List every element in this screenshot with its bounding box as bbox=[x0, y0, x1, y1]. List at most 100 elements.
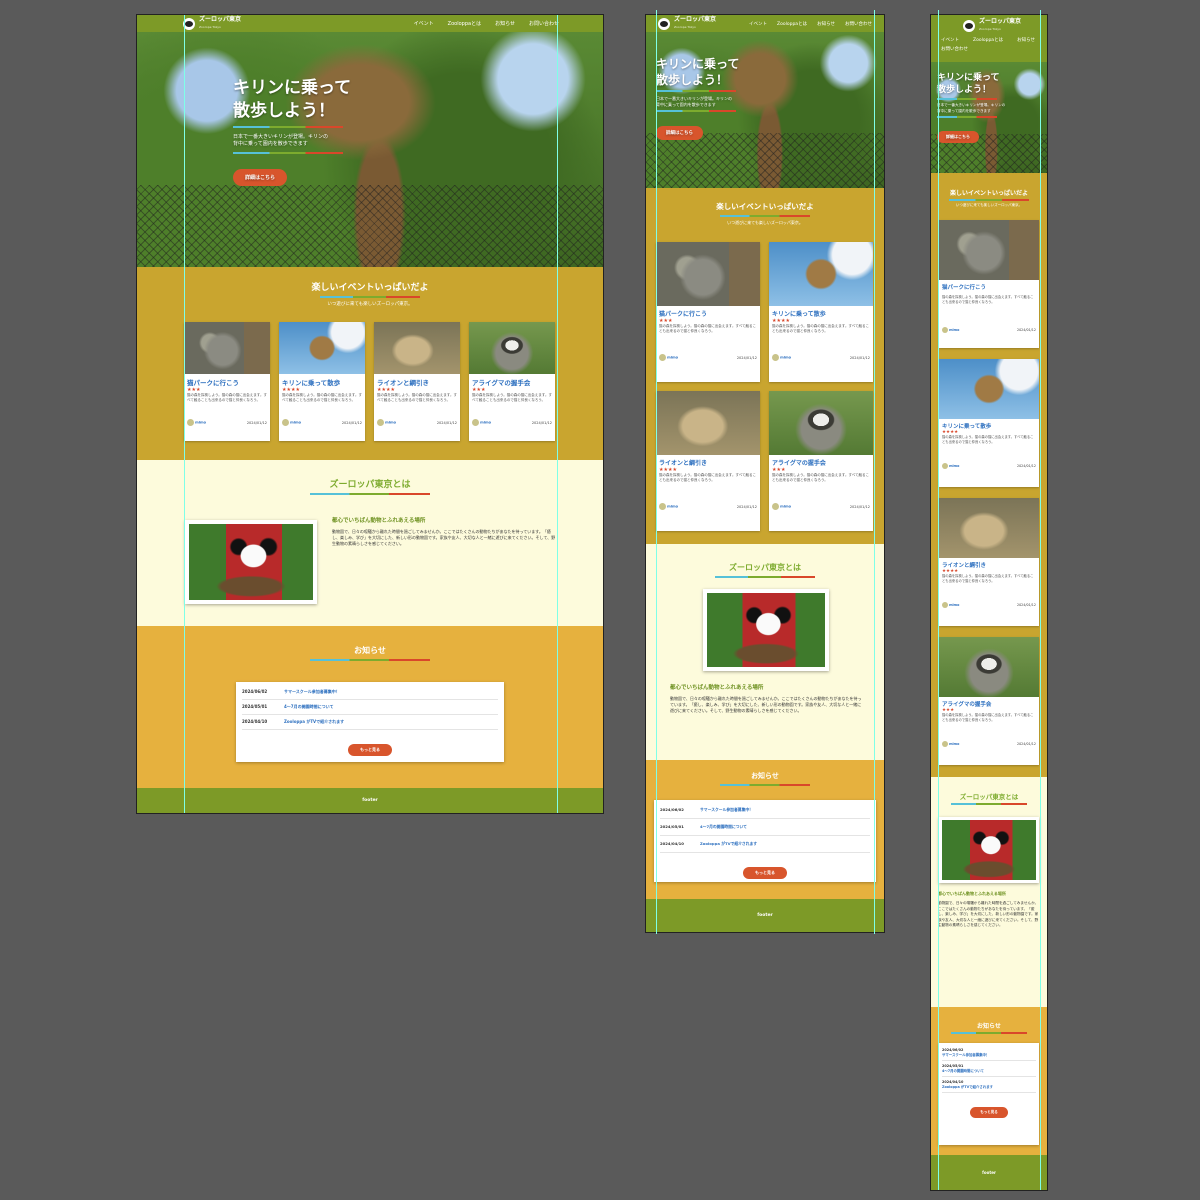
event-card-text: 猫の森を探検しよう。猫の森の猫に出会えます。すべて触ることも出来るので猫と仲良く… bbox=[942, 435, 1034, 444]
desktop-artboard: ズーロッパ東京 Zoorope Tokyo イベント Zooloppaとは お知ら… bbox=[137, 15, 603, 813]
event-card[interactable]: ライオンと綱引き ★★★★ 猫の森を探検しよう。猫の森の猫に出会えます。すべて触… bbox=[656, 391, 760, 531]
hero-text: 日本で一番大きいキリンが登場。キリンの 背中に乗って園内を散歩できます bbox=[937, 103, 1006, 113]
hero-detail-button[interactable]: 詳細はこちら bbox=[937, 131, 979, 144]
hero-detail-button[interactable]: 詳細はこちら bbox=[233, 168, 288, 186]
news-link[interactable]: 4〜7月の開園時間について bbox=[284, 704, 333, 710]
nav-item-about[interactable]: Zooloppaとは bbox=[973, 37, 1003, 43]
more-news-button[interactable]: もっと見る bbox=[970, 1107, 1008, 1118]
event-card-text: 猫の森を探検しよう。猫の森の猫に出会えます。すべて触ることも出来るので猫と仲良く… bbox=[942, 295, 1034, 304]
news-item[interactable]: 2024/06/02 サマースクール参加者募集中！ bbox=[942, 1045, 1036, 1061]
event-card[interactable]: 猫パークに行こう ★★★ 猫の森を探検しよう。猫の森の猫に出会えます。すべて触る… bbox=[656, 242, 760, 382]
event-card[interactable]: キリンに乗って散歩 ★★★★ 猫の森を探検しよう。猫の森の猫に出会えます。すべて… bbox=[279, 322, 365, 441]
event-card[interactable]: アライグマの握手会 ★★★ 猫の森を探検しよう。猫の森の猫に出会えます。すべて触… bbox=[469, 322, 555, 441]
author-avatar bbox=[472, 419, 479, 426]
event-card[interactable]: 猫パークに行こう 猫の森を探検しよう。猫の森の猫に出会えます。すべて触ることも出… bbox=[939, 220, 1039, 348]
event-card[interactable]: アライグマの握手会 ★★★ 猫の森を探検しよう。猫の森の猫に出会えます。すべて触… bbox=[769, 391, 873, 531]
more-news-button[interactable]: もっと見る bbox=[348, 744, 392, 756]
events-section: 楽しいイベントいっぱいだよ いつ遊びに来ても楽しいズーロッパ東京。 猫パークに行… bbox=[646, 188, 884, 544]
author-avatar bbox=[282, 419, 289, 426]
news-link[interactable]: サマースクール参加者募集中！ bbox=[942, 1052, 1036, 1057]
news-item[interactable]: 2024/06/02 サマースクール参加者募集中！ bbox=[242, 685, 498, 700]
news-date: 2024/04/10 bbox=[660, 841, 684, 846]
event-card-date: 2024/01/12 bbox=[1016, 742, 1036, 746]
panda-photo bbox=[942, 820, 1036, 880]
news-item[interactable]: 2024/06/02 サマースクール参加者募集中！ bbox=[660, 802, 870, 819]
event-card[interactable]: キリンに乗って散歩 ★★★★ 猫の森を探検しよう。猫の森の猫に出会えます。すべて… bbox=[769, 242, 873, 382]
nav-item-contact[interactable]: お問い合わせ bbox=[845, 21, 872, 27]
news-list: 2024/06/02 サマースクール参加者募集中！ 2024/05/01 4〜7… bbox=[236, 682, 504, 762]
event-card-text: 猫の森を探検しよう。猫の森の猫に出会えます。すべて触ることも出来るので猫と仲良く… bbox=[942, 574, 1034, 583]
nav-item-news[interactable]: お知らせ bbox=[1017, 37, 1035, 43]
event-card-title: アライグマの握手会 bbox=[942, 702, 992, 708]
news-link[interactable]: サマースクール参加者募集中！ bbox=[700, 807, 753, 813]
event-card-title: 猫パークに行こう bbox=[187, 379, 239, 387]
hero-title-underline bbox=[937, 98, 997, 101]
news-item[interactable]: 2024/04/10 Zooloppa がTVで紹介されます bbox=[942, 1077, 1036, 1093]
lion-photo bbox=[374, 322, 460, 374]
event-card-date: 2024/01/12 bbox=[1016, 603, 1036, 607]
event-card-footer: mimo 2024/01/12 bbox=[187, 419, 267, 426]
nav-item-about[interactable]: Zooloppaとは bbox=[777, 21, 807, 27]
news-item[interactable]: 2024/05/01 4〜7月の開園時間について bbox=[242, 700, 498, 715]
event-card[interactable]: アライグマの握手会 ★★★ 猫の森を探検しよう。猫の森の猫に出会えます。すべて触… bbox=[939, 637, 1039, 765]
event-card-footer: mimo 2024/01/12 bbox=[472, 419, 552, 426]
nav-item-events[interactable]: イベント bbox=[941, 37, 959, 43]
hero-section: キリンに乗って 散歩しよう！ 日本で一番大きいキリンが登場。キリンの 背中に乗っ… bbox=[646, 32, 884, 188]
events-title: 楽しいイベントいっぱいだよ bbox=[949, 190, 1028, 197]
hero-detail-button[interactable]: 詳細はこちら bbox=[656, 126, 703, 141]
author-name: mimo bbox=[949, 603, 960, 607]
nav-item-events[interactable]: イベント bbox=[749, 21, 767, 27]
news-date: 2024/05/01 bbox=[660, 824, 684, 829]
lion-photo bbox=[939, 498, 1039, 558]
site-logo[interactable]: ズーロッパ東京 Zoorope Tokyo bbox=[658, 16, 716, 31]
news-item[interactable]: 2024/04/10 Zooloppa がTVで紹介されます bbox=[660, 836, 870, 853]
news-item[interactable]: 2024/05/01 4〜7月の開園時間について bbox=[942, 1061, 1036, 1077]
nav-item-events[interactable]: イベント bbox=[414, 20, 434, 27]
panda-photo-frame bbox=[939, 817, 1039, 883]
global-nav: イベント Zooloppaとは お知らせ お問い合わせ bbox=[749, 21, 872, 27]
event-card-date: 2024/01/12 bbox=[341, 420, 362, 425]
event-card-title: アライグマの握手会 bbox=[772, 460, 826, 467]
author-avatar bbox=[187, 419, 194, 426]
news-link[interactable]: Zooloppa がTVで紹介されます bbox=[284, 719, 344, 725]
news-item[interactable]: 2024/05/01 4〜7月の開園時間について bbox=[660, 819, 870, 836]
news-link[interactable]: Zooloppa がTVで紹介されます bbox=[942, 1084, 1036, 1089]
more-news-button[interactable]: もっと見る bbox=[743, 867, 787, 879]
guide-line bbox=[1040, 10, 1041, 1190]
nav-item-contact[interactable]: お問い合わせ bbox=[529, 20, 559, 27]
news-item[interactable]: 2024/04/10 Zooloppa がTVで紹介されます bbox=[242, 715, 498, 730]
event-card[interactable]: ライオンと綱引き ★★★★ 猫の森を探検しよう。猫の森の猫に出会えます。すべて触… bbox=[374, 322, 460, 441]
news-link[interactable]: 4〜7月の開園時間について bbox=[942, 1068, 1036, 1073]
author-name: mimo bbox=[949, 464, 960, 468]
about-heading: 都心でいちばん動物とふれあえる場所 bbox=[938, 891, 1006, 896]
event-card[interactable]: 猫パークに行こう ★★★ 猫の森を探検しよう。猫の森の猫に出会えます。すべて触る… bbox=[184, 322, 270, 441]
news-title: お知らせ bbox=[354, 646, 386, 655]
nav-item-contact[interactable]: お問い合わせ bbox=[941, 46, 968, 52]
site-logo[interactable]: ズーロッパ東京 Zoorope Tokyo bbox=[183, 16, 241, 31]
nav-item-about[interactable]: Zooloppaとは bbox=[448, 20, 481, 27]
event-card-text: 猫の森を探検しよう。猫の森の猫に出会えます。すべて触ることも出来るので猫と仲良く… bbox=[282, 393, 362, 403]
event-card-text: 猫の森を探検しよう。猫の森の猫に出会えます。すべて触ることも出来るので猫と仲良く… bbox=[772, 473, 870, 483]
event-card-footer: mimo 2024/01/12 bbox=[942, 741, 1036, 747]
about-title-underline bbox=[715, 576, 815, 578]
about-body: 動物園で、日々の喧騒から離れた時間を過ごしてみませんか。ここではたくさんの動物た… bbox=[938, 901, 1039, 928]
site-header: ズーロッパ東京 Zoorope Tokyo イベント Zooloppaとは お知ら… bbox=[137, 15, 603, 32]
event-card-text: 猫の森を探検しよう。猫の森の猫に出会えます。すべて触ることも出来るので猫と仲良く… bbox=[187, 393, 267, 403]
event-card[interactable]: ライオンと綱引き ★★★★ 猫の森を探検しよう。猫の森の猫に出会えます。すべて触… bbox=[939, 498, 1039, 626]
hero-title: キリンに乗って 散歩しよう！ bbox=[937, 73, 1000, 96]
news-link[interactable]: 4〜7月の開園時間について bbox=[700, 824, 747, 830]
raccoon-photo bbox=[469, 322, 555, 374]
news-link[interactable]: Zooloppa がTVで紹介されます bbox=[700, 841, 757, 847]
nav-item-news[interactable]: お知らせ bbox=[495, 20, 515, 27]
author-name: mimo bbox=[195, 420, 207, 425]
news-link[interactable]: サマースクール参加者募集中！ bbox=[284, 689, 340, 695]
nav-item-news[interactable]: お知らせ bbox=[817, 21, 835, 27]
hero-text-underline bbox=[233, 151, 343, 154]
hero-copy: キリンに乗って 散歩しよう！ 日本で一番大きいキリンが登場。キリンの 背中に乗っ… bbox=[233, 77, 383, 186]
mobile-artboard: ズーロッパ東京 Zoorope Tokyo イベント Zooloppaとは お知ら… bbox=[931, 15, 1047, 1190]
event-card[interactable]: キリンに乗って散歩 ★★★★ 猫の森を探検しよう。猫の森の猫に出会えます。すべて… bbox=[939, 359, 1039, 487]
site-logo[interactable]: ズーロッパ東京 Zoorope Tokyo bbox=[963, 18, 1021, 33]
event-card-text: 猫の森を探検しよう。猫の森の猫に出会えます。すべて触ることも出来るので猫と仲良く… bbox=[772, 324, 870, 334]
author-avatar bbox=[942, 327, 948, 333]
site-footer: footer bbox=[931, 1155, 1047, 1190]
